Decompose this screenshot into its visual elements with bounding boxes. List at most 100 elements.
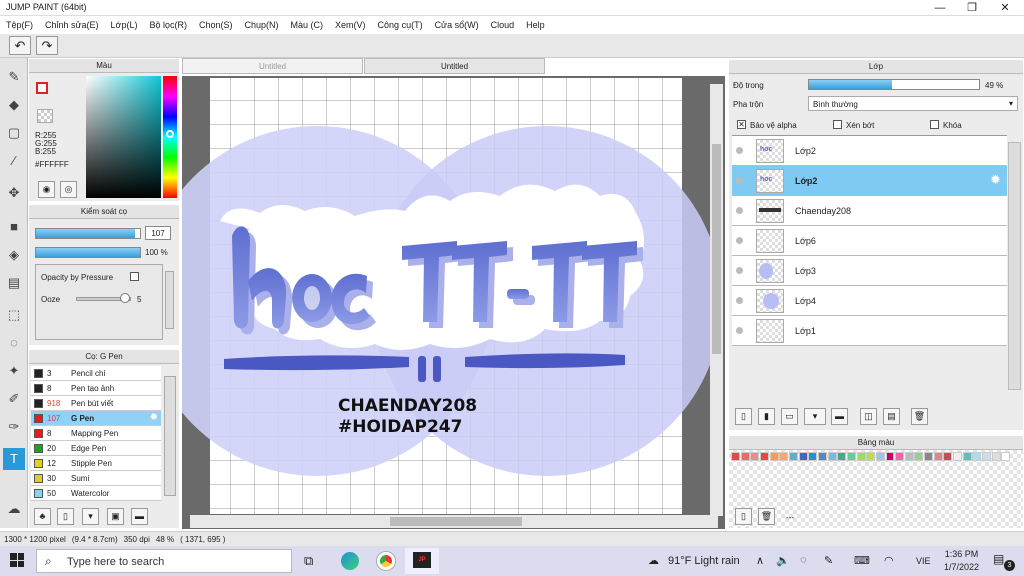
- select-eraser-tool-icon[interactable]: ✑: [3, 416, 25, 438]
- brush-item[interactable]: 3 Pencil chì: [31, 366, 161, 381]
- palette-swatch[interactable]: [982, 452, 992, 461]
- brush-settings-icon[interactable]: ▣: [107, 508, 124, 525]
- keyboard-icon[interactable]: ⌨: [854, 554, 870, 567]
- layer-visibility-icon[interactable]: [736, 207, 743, 214]
- palette-swatch[interactable]: [962, 452, 972, 461]
- menu-file[interactable]: Tệp(F): [6, 20, 33, 30]
- gradient-tool-icon[interactable]: ▤: [3, 272, 25, 294]
- menu-select[interactable]: Chọn(S): [199, 20, 233, 30]
- palette-swatch[interactable]: [837, 452, 847, 461]
- layer-visibility-icon[interactable]: [736, 267, 743, 274]
- menu-edit[interactable]: Chỉnh sửa(E): [45, 20, 99, 30]
- opacity-by-pressure-checkbox[interactable]: [130, 272, 139, 281]
- palette-swatch[interactable]: [1001, 452, 1011, 461]
- menu-cloud[interactable]: Cloud: [491, 20, 515, 30]
- layer-row[interactable]: hoc Lớp2: [732, 166, 1007, 196]
- layer-visibility-icon[interactable]: [736, 297, 743, 304]
- rectangle-tool-icon[interactable]: ▢: [3, 122, 25, 144]
- layer-property-icon[interactable]: ▭: [781, 408, 798, 425]
- palette-swatch[interactable]: [808, 452, 818, 461]
- palette-delete-icon[interactable]: 🗑: [758, 508, 775, 525]
- eraser-tool-icon[interactable]: ◆: [3, 94, 25, 116]
- close-button[interactable]: ✕: [990, 0, 1020, 16]
- windows-start-icon[interactable]: [10, 553, 24, 567]
- foreground-color-swatch[interactable]: [36, 82, 48, 94]
- brush-item[interactable]: 918 Pen bút viết: [31, 396, 161, 411]
- saturation-value-picker[interactable]: [86, 76, 161, 198]
- wifi-icon[interactable]: ◠: [884, 554, 894, 567]
- select-pen-tool-icon[interactable]: ✐: [3, 388, 25, 410]
- taskbar-search[interactable]: ⌕ Type here to search: [36, 549, 292, 573]
- brush-menu-icon[interactable]: ▾: [82, 508, 99, 525]
- palette-icon[interactable]: ◉: [38, 181, 55, 198]
- layer-visibility-icon[interactable]: [736, 327, 743, 334]
- weather-text[interactable]: 91°F Light rain: [668, 555, 740, 567]
- brush-item[interactable]: 50 Watercolor: [31, 486, 161, 501]
- magic-wand-tool-icon[interactable]: ✦: [3, 360, 25, 382]
- layer-list-scrollbar[interactable]: [1008, 142, 1021, 390]
- brush-group-icon[interactable]: ♣: [34, 508, 51, 525]
- palette-swatch[interactable]: [779, 452, 789, 461]
- undo-button[interactable]: ↶: [9, 36, 31, 55]
- palette-swatch[interactable]: [885, 452, 895, 461]
- palette-swatch[interactable]: [953, 452, 963, 461]
- menu-color[interactable]: Màu (C): [291, 20, 324, 30]
- jump-paint-taskbar-item[interactable]: JP: [405, 548, 439, 574]
- blend-mode-select[interactable]: Bình thường ▾: [808, 96, 1018, 111]
- cloud-tool-icon[interactable]: ☁: [3, 498, 25, 520]
- clip-checkbox[interactable]: [833, 120, 842, 129]
- redo-button[interactable]: ↷: [36, 36, 58, 55]
- menu-window[interactable]: Cửa sổ(W): [435, 20, 479, 30]
- pen-icon[interactable]: ✎: [824, 554, 833, 567]
- palette-swatch[interactable]: [740, 452, 750, 461]
- bucket-tool-icon[interactable]: ◈: [3, 244, 25, 266]
- brush-size-bar[interactable]: [35, 228, 141, 239]
- canvas-hscrollbar[interactable]: [190, 515, 718, 528]
- ooze-handle[interactable]: [120, 293, 130, 303]
- gear-icon[interactable]: ✹: [990, 172, 1001, 188]
- menu-filter[interactable]: Bộ lọc(R): [149, 20, 187, 30]
- brush-tool-icon[interactable]: ✎: [3, 66, 25, 88]
- menu-layer[interactable]: Lớp(L): [111, 20, 138, 30]
- brush-item[interactable]: 8 Mapping Pen: [31, 426, 161, 441]
- palette-swatch[interactable]: [846, 452, 856, 461]
- fill-shape-tool-icon[interactable]: ■: [3, 216, 25, 238]
- input-language[interactable]: VIE: [916, 556, 931, 566]
- layer-row[interactable]: Lớp4: [732, 286, 1007, 316]
- palette-swatch[interactable]: [972, 452, 982, 461]
- layer-options-icon[interactable]: ▤: [883, 408, 900, 425]
- palette-swatch[interactable]: [798, 452, 808, 461]
- canvas-vscrollbar[interactable]: [710, 84, 723, 516]
- palette-new-icon[interactable]: ▯: [735, 508, 752, 525]
- tab-untitled-2[interactable]: Untitled: [364, 58, 545, 74]
- menu-help[interactable]: Help: [526, 20, 545, 30]
- palette-swatch[interactable]: [788, 452, 798, 461]
- brush-item[interactable]: 20 Edge Pen: [31, 441, 161, 456]
- merge-layer-icon[interactable]: ◫: [860, 408, 877, 425]
- hue-handle[interactable]: [166, 130, 174, 138]
- brush-item[interactable]: 30 Sumi: [31, 471, 161, 486]
- transparent-swatch[interactable]: [37, 109, 53, 123]
- layer-row[interactable]: Lớp6: [732, 226, 1007, 256]
- layer-visibility-icon[interactable]: [736, 147, 743, 154]
- palette-swatch[interactable]: [875, 452, 885, 461]
- brush-list-scrollbar[interactable]: [164, 376, 176, 496]
- palette-swatch[interactable]: [856, 452, 866, 461]
- palette-swatch[interactable]: [991, 452, 1001, 461]
- brush-gear-icon[interactable]: ✹: [150, 412, 158, 423]
- palette-swatch[interactable]: [895, 452, 905, 461]
- layer-row[interactable]: Chaenday208: [732, 196, 1007, 226]
- lock-checkbox[interactable]: [930, 120, 939, 129]
- layer-opacity-bar[interactable]: [808, 79, 980, 90]
- palette-swatch[interactable]: [759, 452, 769, 461]
- layer-row[interactable]: hoc Lớp2: [732, 136, 1007, 166]
- duplicate-layer-icon[interactable]: ▮: [758, 408, 775, 425]
- brush-item[interactable]: 107 G Pen ✹: [31, 411, 161, 426]
- menu-tools[interactable]: Công cụ(T): [378, 20, 423, 30]
- palette-swatch[interactable]: [904, 452, 914, 461]
- brush-opacity-bar[interactable]: [35, 247, 141, 258]
- volume-icon[interactable]: 🔈: [776, 554, 790, 567]
- new-layer-icon[interactable]: ▯: [735, 408, 752, 425]
- palette-swatch[interactable]: [924, 452, 934, 461]
- new-brush-icon[interactable]: ▯: [57, 508, 74, 525]
